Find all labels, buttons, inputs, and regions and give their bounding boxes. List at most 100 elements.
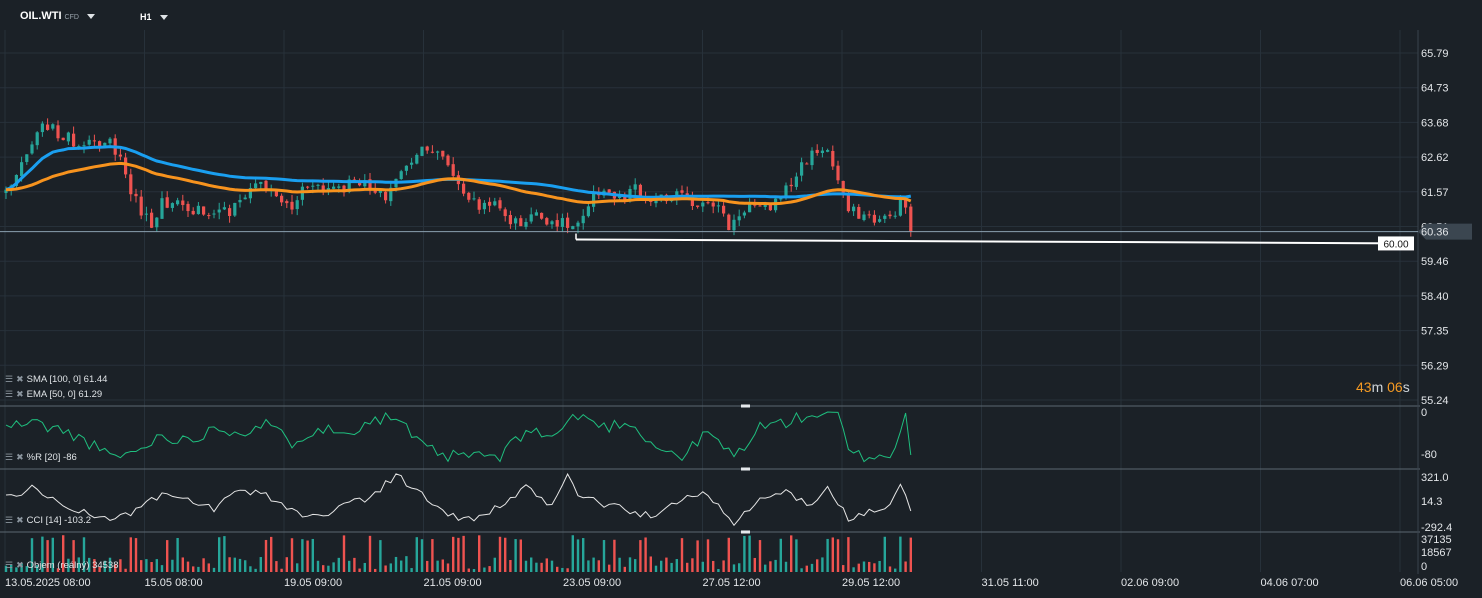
volume-tick-label: 0 [1421, 561, 1427, 573]
candle-body [415, 154, 419, 164]
close-icon[interactable]: ✖ [16, 560, 23, 571]
close-icon[interactable]: ✖ [16, 389, 23, 400]
settings-icon[interactable]: ☰ [5, 515, 13, 526]
y-tick-label: 64.73 [1421, 83, 1449, 95]
candle-body [25, 154, 29, 162]
candle-body [165, 197, 169, 208]
x-tick-label: 13.05.2025 08:00 [5, 577, 91, 589]
candle-body [20, 162, 24, 177]
candle-body [508, 215, 512, 225]
volume-bar [296, 563, 299, 572]
volume-bar [556, 566, 559, 572]
chart-canvas[interactable]: 65.7964.7363.6862.6261.5760.5159.4658.40… [0, 0, 1482, 598]
volume-bar [431, 539, 434, 572]
candle-body [472, 198, 476, 200]
candle-body [108, 138, 112, 144]
y-tick-label: 59.46 [1421, 256, 1449, 268]
candle-body [280, 195, 284, 203]
volume-bar [810, 563, 814, 572]
candle-body [30, 144, 34, 154]
candle-body [118, 154, 122, 157]
volume-bar [493, 557, 496, 572]
volume-legend[interactable]: ☰ ✖ Objem (reálný) 34538 [5, 560, 119, 571]
symbol-caret-icon[interactable] [86, 13, 95, 19]
volume-bar [769, 561, 772, 572]
volume-tick-label: 37135 [1421, 534, 1452, 546]
volume-bar [592, 557, 595, 572]
candle-body [878, 219, 882, 222]
candle-body [862, 214, 866, 221]
volume-bar [582, 538, 585, 572]
volume-bar [504, 537, 507, 572]
volume-bar [452, 536, 455, 572]
candle-body [534, 212, 538, 216]
volume-bar [566, 568, 569, 572]
volume-bar [368, 535, 372, 572]
x-tick-label: 06.06 05:00 [1400, 577, 1458, 589]
volume-bar [613, 539, 616, 572]
volume-bar [238, 558, 242, 572]
trading-chart[interactable]: 65.7964.7363.6862.6261.5760.5159.4658.40… [0, 0, 1482, 598]
candle-body [789, 184, 793, 187]
cci-legend[interactable]: ☰ ✖ CCI [14] -103.2 [5, 515, 91, 526]
willr-legend[interactable]: ☰ ✖ %R [20] -86 [5, 452, 77, 463]
volume-bar [478, 535, 481, 572]
volume-bar [873, 563, 876, 572]
volume-bar [171, 559, 174, 572]
volume-bar [181, 557, 184, 572]
candle-body [404, 165, 408, 171]
volume-bar [353, 557, 356, 572]
volume-bar [285, 557, 288, 572]
close-icon[interactable]: ✖ [16, 374, 23, 385]
candle-body [794, 176, 798, 187]
timeframe-caret-icon[interactable] [159, 15, 168, 21]
candle-body [524, 221, 528, 227]
candle-body [893, 215, 897, 217]
volume-bar [441, 559, 444, 572]
candle-body [176, 200, 180, 205]
ema-legend[interactable]: ☰ ✖ EMA [50, 0] 61.29 [5, 389, 102, 400]
volume-bar [758, 540, 762, 572]
candle-body [680, 190, 684, 193]
volume-bar [129, 537, 132, 572]
candle-body [337, 186, 341, 188]
candle-body [150, 212, 154, 228]
volume-bar [202, 558, 205, 572]
candle-body [254, 183, 258, 189]
candle-body [285, 201, 289, 204]
volume-bar [670, 562, 673, 572]
x-tick-label: 15.05 08:00 [145, 577, 203, 589]
volume-bar [868, 561, 871, 572]
close-icon[interactable]: ✖ [16, 452, 23, 463]
settings-icon[interactable]: ☰ [5, 452, 13, 463]
candle-body [909, 206, 913, 232]
candle-body [103, 142, 107, 146]
volume-bar [498, 536, 502, 572]
volume-bar [888, 566, 892, 572]
volume-bar [337, 557, 340, 572]
volume-bar [509, 560, 512, 572]
candle-body [883, 215, 887, 219]
candle-body [566, 217, 570, 228]
settings-icon[interactable]: ☰ [5, 560, 13, 571]
volume-bar [348, 560, 351, 572]
candle-body [638, 184, 642, 196]
sma-legend[interactable]: ☰ ✖ SMA [100, 0] 61.44 [5, 374, 107, 385]
candle-body [430, 151, 434, 153]
settings-icon[interactable]: ☰ [5, 389, 13, 400]
candle-body [836, 165, 840, 181]
settings-icon[interactable]: ☰ [5, 374, 13, 385]
candle-body [399, 171, 403, 179]
x-tick-label: 29.05 12:00 [842, 577, 900, 589]
volume-bar [691, 558, 694, 572]
candle-body [306, 186, 310, 188]
close-icon[interactable]: ✖ [16, 515, 23, 526]
symbol-selector[interactable]: OIL.WTI CFD [20, 10, 95, 22]
candle-body [425, 146, 429, 151]
timeframe-selector[interactable]: H1 [140, 12, 168, 22]
volume-bar [748, 535, 751, 572]
volume-bar [675, 559, 678, 572]
volume-bar [899, 536, 902, 572]
candle-body [633, 184, 637, 190]
cci-tick-label: 14.3 [1421, 496, 1442, 508]
